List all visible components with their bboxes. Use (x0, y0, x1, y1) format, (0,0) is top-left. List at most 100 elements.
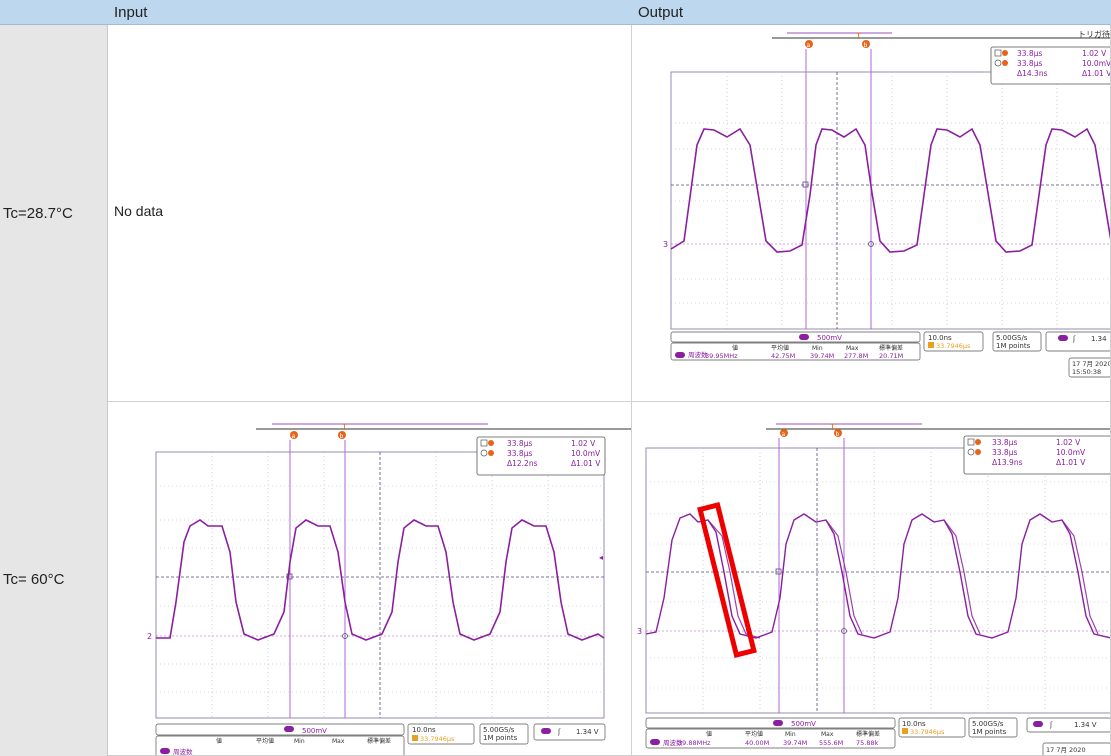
scope-status-bar: 500mV 周波数 値 平均値 Min Max 標準偏差 10.0ns 33.7… (155, 723, 606, 756)
vertical-scale: 500mV (302, 727, 327, 735)
oscilloscope-output-row1: トリガ待ち a b T 3 33.8μ (663, 29, 1111, 378)
svg-text:T: T (341, 423, 347, 432)
svg-text:10.0mV: 10.0mV (571, 449, 601, 458)
cell-output-row1: トリガ待ち a b T 3 33.8μ (632, 25, 1111, 402)
svg-text:1M points: 1M points (972, 728, 1007, 736)
svg-text:39.74M: 39.74M (810, 352, 834, 360)
svg-text:1M points: 1M points (483, 734, 518, 742)
svg-text:39.95MHz: 39.95MHz (705, 352, 738, 360)
svg-text:33.7946μs: 33.7946μs (420, 735, 455, 743)
cursor-readout-panel: 33.8μs 1.02 V 33.8μs 10.0mV Δ12.2ns Δ1.0… (476, 436, 606, 476)
svg-text:値: 値 (732, 344, 738, 352)
svg-text:平均値: 平均値 (745, 730, 763, 738)
svg-text:20.71M: 20.71M (879, 352, 903, 360)
svg-text:Min: Min (785, 731, 796, 738)
svg-text:75.88k: 75.88k (856, 739, 879, 747)
svg-text:平均値: 平均値 (256, 737, 274, 745)
svg-text:1.34 V: 1.34 V (576, 728, 599, 736)
svg-text:1M points: 1M points (996, 342, 1031, 350)
svg-text:Max: Max (332, 738, 345, 745)
svg-text:値: 値 (706, 730, 712, 738)
svg-text:標準偏差: 標準偏差 (856, 730, 880, 738)
svg-text:277.8M: 277.8M (844, 352, 868, 360)
waveform-trace (670, 127, 1110, 253)
column-header-output: Output (632, 0, 1111, 25)
svg-text:42.75M: 42.75M (771, 352, 795, 360)
svg-text:1.02 V: 1.02 V (1056, 438, 1081, 447)
svg-text:Max: Max (821, 731, 834, 738)
svg-text:Δ1.01 V: Δ1.01 V (1056, 458, 1086, 467)
no-data-text: No data (114, 203, 164, 219)
cell-output-row2: a b T 3 33.8μs 1.02 V 33.8μs 10.0mV Δ13.… (632, 402, 1111, 756)
svg-text:5.00GS/s: 5.00GS/s (972, 720, 1004, 728)
svg-text:Min: Min (812, 345, 823, 352)
svg-text:39.74M: 39.74M (783, 739, 807, 747)
svg-text:Δ13.9ns: Δ13.9ns (992, 458, 1023, 467)
svg-text:T: T (855, 32, 861, 41)
timebase-readout: 10.0ns (902, 720, 926, 728)
cell-input-row2: a b T 2 ◂ 33.8μs 1.02 V 33.8μs 10.0mV Δ1… (108, 402, 632, 756)
svg-text:33.7946μs: 33.7946μs (910, 728, 945, 736)
timebase-readout: 10.0ns (412, 726, 436, 734)
cursor-readout-panel: 33.8μs 1.02 V 33.8μs 10.0mV Δ14.3ns Δ1.0… (990, 46, 1111, 85)
cell-input-row1: No data (108, 25, 632, 402)
svg-text:33.8μs: 33.8μs (1017, 59, 1042, 68)
svg-text:1.02 V: 1.02 V (1082, 49, 1107, 58)
svg-text:3: 3 (663, 240, 668, 249)
vertical-scale: 500mV (817, 334, 842, 342)
row-label-tc-28-7: Tc=28.7°C (0, 25, 108, 402)
scope-status-bar: 500mV 周波数 値 平均値 Min Max 標準偏差 39.95MHz 42… (670, 331, 1111, 378)
scope-date: 17 7月 2020 (1046, 746, 1086, 754)
svg-text:1.34: 1.34 (1091, 335, 1107, 343)
svg-text:3: 3 (637, 627, 642, 636)
svg-text:平均値: 平均値 (771, 344, 789, 352)
scope-grid (670, 71, 1110, 330)
svg-text:b: b (864, 42, 868, 49)
svg-text:5.00GS/s: 5.00GS/s (483, 726, 515, 734)
svg-text:a: a (292, 433, 296, 440)
row-label-text: Tc=28.7°C (3, 205, 73, 222)
svg-text:2: 2 (147, 632, 152, 641)
column-header-input: Input (108, 0, 632, 25)
svg-text:周波数: 周波数 (173, 747, 193, 756)
svg-text:T: T (829, 423, 835, 432)
svg-text:10.0mV: 10.0mV (1082, 59, 1111, 68)
svg-text:Δ1.01 V: Δ1.01 V (1082, 69, 1111, 78)
trigger-status-text: トリガ待ち (1078, 29, 1111, 39)
svg-text:1.02 V: 1.02 V (571, 439, 596, 448)
svg-text:a: a (807, 42, 811, 49)
row-label-tc-60: Tc= 60°C (0, 402, 108, 756)
svg-text:標準偏差: 標準偏差 (367, 737, 391, 745)
svg-text:Δ1.01 V: Δ1.01 V (571, 459, 601, 468)
svg-text:33.8μs: 33.8μs (992, 448, 1017, 457)
svg-text:39.88MHz: 39.88MHz (678, 739, 711, 747)
svg-text:10.0mV: 10.0mV (1056, 448, 1086, 457)
scope-time: 15:50:38 (1072, 368, 1101, 376)
svg-text:33.8μs: 33.8μs (507, 439, 532, 448)
svg-text:33.8μs: 33.8μs (1017, 49, 1042, 58)
timebase-readout: 10.0ns (928, 334, 952, 342)
row-label-text: Tc= 60°C (3, 570, 65, 588)
svg-text:a: a (782, 431, 786, 438)
svg-text:40.00M: 40.00M (745, 739, 769, 747)
cursor-readout-panel: 33.8μs 1.02 V 33.8μs 10.0mV Δ13.9ns Δ1.0… (963, 435, 1110, 475)
svg-text:33.8μs: 33.8μs (992, 438, 1017, 447)
svg-text:5.00GS/s: 5.00GS/s (996, 334, 1028, 342)
svg-text:b: b (836, 431, 840, 438)
svg-text:Min: Min (294, 738, 305, 745)
svg-text:33.7946μs: 33.7946μs (936, 342, 971, 350)
svg-text:1.34 V: 1.34 V (1074, 721, 1097, 729)
svg-text:Δ12.2ns: Δ12.2ns (507, 459, 538, 468)
svg-text:Δ14.3ns: Δ14.3ns (1017, 69, 1048, 78)
scope-status-bar: 500mV 周波数 値 平均値 Min Max 標準偏差 39.88MHz 40… (645, 717, 1110, 755)
table-header-corner (0, 0, 108, 25)
svg-text:555.6M: 555.6M (819, 739, 843, 747)
svg-text:◂: ◂ (599, 553, 603, 562)
svg-text:標準偏差: 標準偏差 (879, 344, 903, 352)
svg-text:33.8μs: 33.8μs (507, 449, 532, 458)
scope-date: 17 7月 2020 (1072, 360, 1111, 368)
svg-text:値: 値 (216, 737, 222, 745)
oscilloscope-input-row2: a b T 2 ◂ 33.8μs 1.02 V 33.8μs 10.0mV Δ1… (147, 423, 631, 756)
vertical-scale: 500mV (791, 720, 816, 728)
scope-grid (155, 451, 605, 719)
